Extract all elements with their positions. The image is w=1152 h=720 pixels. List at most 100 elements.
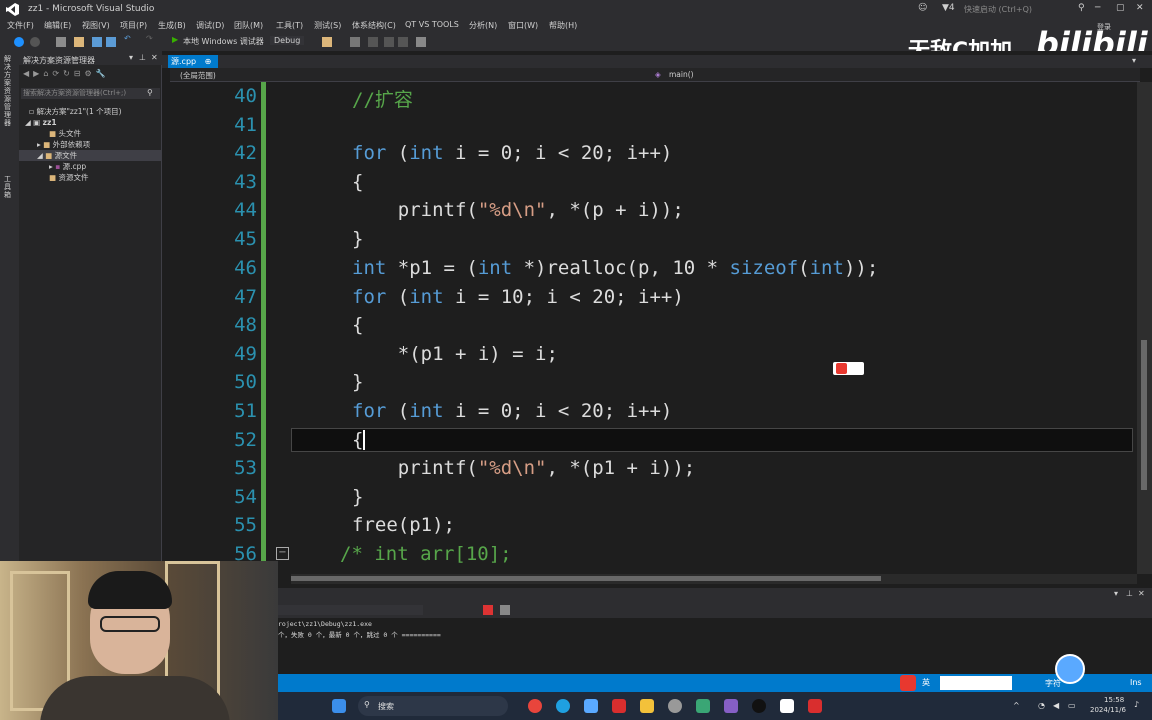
- code-line[interactable]: for (int i = 0; i < 20; i++): [352, 142, 672, 164]
- code-line[interactable]: for (int i = 10; i < 20; i++): [352, 286, 684, 308]
- login-link[interactable]: 登录: [1097, 22, 1111, 32]
- code-line[interactable]: }: [352, 371, 363, 393]
- qq-icon[interactable]: [752, 699, 766, 713]
- code-line[interactable]: printf("%d\n", *(p1 + i));: [352, 457, 695, 479]
- taskbar-search-box[interactable]: ⚲ 搜索: [358, 696, 508, 716]
- menu-help[interactable]: 帮助(H): [549, 20, 577, 31]
- menu-file[interactable]: 文件(F): [7, 20, 34, 31]
- code-line[interactable]: printf("%d\n", *(p + i));: [352, 199, 684, 221]
- new-project-icon[interactable]: [56, 37, 66, 47]
- menu-tools[interactable]: 工具(T): [276, 20, 303, 31]
- sogou-icon[interactable]: [900, 675, 916, 691]
- chrome-icon[interactable]: [528, 699, 542, 713]
- maximize-button[interactable]: ▢: [1116, 3, 1125, 13]
- chevron-down-icon[interactable]: ▾: [1132, 56, 1136, 65]
- horizontal-scroll-thumb[interactable]: [291, 576, 881, 581]
- clock-date[interactable]: 2024/11/6: [1090, 706, 1126, 714]
- function-dropdown[interactable]: main(): [669, 70, 694, 79]
- attach-icon[interactable]: [322, 37, 332, 47]
- menu-test[interactable]: 测试(S): [314, 20, 341, 31]
- clock-time[interactable]: 15:58: [1104, 696, 1124, 704]
- properties-icon[interactable]: ⚙: [85, 69, 96, 78]
- menu-analyze[interactable]: 分析(N): [469, 20, 497, 31]
- close-icon[interactable]: ✕: [151, 53, 158, 62]
- close-button[interactable]: ✕: [1136, 3, 1144, 13]
- vertical-scroll-thumb[interactable]: [1141, 340, 1147, 490]
- settings-icon[interactable]: [668, 699, 682, 713]
- output-source-dropdown[interactable]: [278, 605, 423, 615]
- pin-icon[interactable]: ⊕: [205, 57, 212, 66]
- chevron-down-icon[interactable]: ▾: [1114, 589, 1118, 598]
- menu-window[interactable]: 窗口(W): [508, 20, 538, 31]
- word-wrap-icon[interactable]: [500, 605, 510, 615]
- file-explorer-icon[interactable]: [640, 699, 654, 713]
- open-folder-icon[interactable]: [74, 37, 84, 47]
- side-tab-solution-explorer[interactable]: 解决方案资源管理器: [4, 55, 14, 127]
- pin-icon[interactable]: ⊥: [1126, 589, 1133, 598]
- collapse-icon[interactable]: ⊟: [74, 69, 85, 78]
- ime-mode[interactable]: 英: [922, 677, 930, 688]
- toolbar-icon[interactable]: [384, 37, 394, 47]
- tab-source-cpp[interactable]: 源.cpp ⊕ ✕: [168, 55, 218, 79]
- menu-view[interactable]: 视图(V): [82, 20, 110, 31]
- menu-qt-vs-tools[interactable]: QT VS TOOLS: [405, 20, 459, 29]
- toolbar-icon[interactable]: [368, 37, 378, 47]
- back-icon[interactable]: ◀: [23, 69, 33, 78]
- wps-icon[interactable]: [612, 699, 626, 713]
- tree-item-source-cpp[interactable]: ▸ ▪ 源.cpp: [19, 161, 162, 172]
- toolbar-icon[interactable]: [350, 37, 360, 47]
- solution-search-input[interactable]: 搜索解决方案资源管理器(Ctrl+;): [21, 88, 160, 99]
- tray-chevron-up-icon[interactable]: ^: [1013, 701, 1020, 710]
- menu-project[interactable]: 项目(P): [120, 20, 147, 31]
- volume-icon[interactable]: ◀: [1053, 701, 1059, 710]
- refresh-icon[interactable]: ↻: [63, 69, 74, 78]
- tree-item-source-files[interactable]: ◢ ■ 源文件: [19, 150, 162, 161]
- notification-icon[interactable]: ▼4: [942, 3, 955, 13]
- menu-team[interactable]: 团队(M): [234, 20, 263, 31]
- menu-debug[interactable]: 调试(D): [196, 20, 224, 31]
- undo-icon[interactable]: ↶: [124, 34, 134, 44]
- tree-item-solution[interactable]: ▫ 解决方案"zz1"(1 个项目): [19, 106, 162, 117]
- pin-icon[interactable]: ⊥: [139, 53, 146, 62]
- visual-studio-icon[interactable]: [724, 699, 738, 713]
- windows-start-icon[interactable]: [332, 699, 346, 713]
- vertical-scrollbar[interactable]: [1137, 82, 1152, 574]
- code-line[interactable]: for (int i = 0; i < 20; i++): [352, 400, 672, 422]
- play-icon[interactable]: ▶: [172, 35, 178, 44]
- code-line[interactable]: free(p1);: [352, 514, 455, 536]
- app-icon[interactable]: [696, 699, 710, 713]
- config-dropdown[interactable]: Debug: [270, 36, 305, 45]
- bookmark-icon[interactable]: [416, 37, 426, 47]
- code-line[interactable]: int *p1 = (int *)realloc(p, 10 * sizeof(…: [352, 257, 878, 279]
- tree-item-external-deps[interactable]: ▸ ■ 外部依赖项: [19, 139, 162, 150]
- menu-build[interactable]: 生成(B): [158, 20, 186, 31]
- minimize-button[interactable]: ─: [1095, 3, 1100, 13]
- capcut-icon[interactable]: [780, 699, 794, 713]
- code-line[interactable]: *(p1 + i) = i;: [352, 343, 558, 365]
- notification-bell-icon[interactable]: ♪: [1134, 700, 1139, 709]
- redo-icon[interactable]: ↷: [146, 34, 156, 44]
- wifi-icon[interactable]: ◔: [1038, 701, 1045, 710]
- save-all-icon[interactable]: [106, 37, 116, 47]
- code-line[interactable]: {: [352, 314, 363, 336]
- code-line[interactable]: }: [352, 486, 363, 508]
- back-icon[interactable]: [14, 37, 24, 47]
- code-line[interactable]: {: [352, 171, 363, 193]
- menu-architecture[interactable]: 体系结构(C): [352, 20, 396, 31]
- code-line[interactable]: }: [352, 228, 363, 250]
- quick-launch-input[interactable]: 快速启动 (Ctrl+Q): [964, 4, 1032, 15]
- edge-icon[interactable]: [556, 699, 570, 713]
- search-icon[interactable]: ⚲: [1078, 3, 1085, 13]
- ime-toolbar-icon[interactable]: [833, 362, 864, 375]
- collapse-region-icon[interactable]: −: [276, 547, 289, 560]
- toolbar-icon[interactable]: [398, 37, 408, 47]
- tree-item-project[interactable]: ◢ ▣ zz1: [19, 117, 162, 128]
- forward-icon[interactable]: [30, 37, 40, 47]
- wps-icon[interactable]: [808, 699, 822, 713]
- app-icon[interactable]: [584, 699, 598, 713]
- floating-ball-icon[interactable]: [1055, 654, 1085, 684]
- close-icon[interactable]: ✕: [1138, 589, 1145, 598]
- chevron-down-icon[interactable]: ▾: [129, 53, 133, 62]
- code-line[interactable]: //扩容: [352, 85, 413, 112]
- battery-icon[interactable]: ▭: [1068, 701, 1076, 710]
